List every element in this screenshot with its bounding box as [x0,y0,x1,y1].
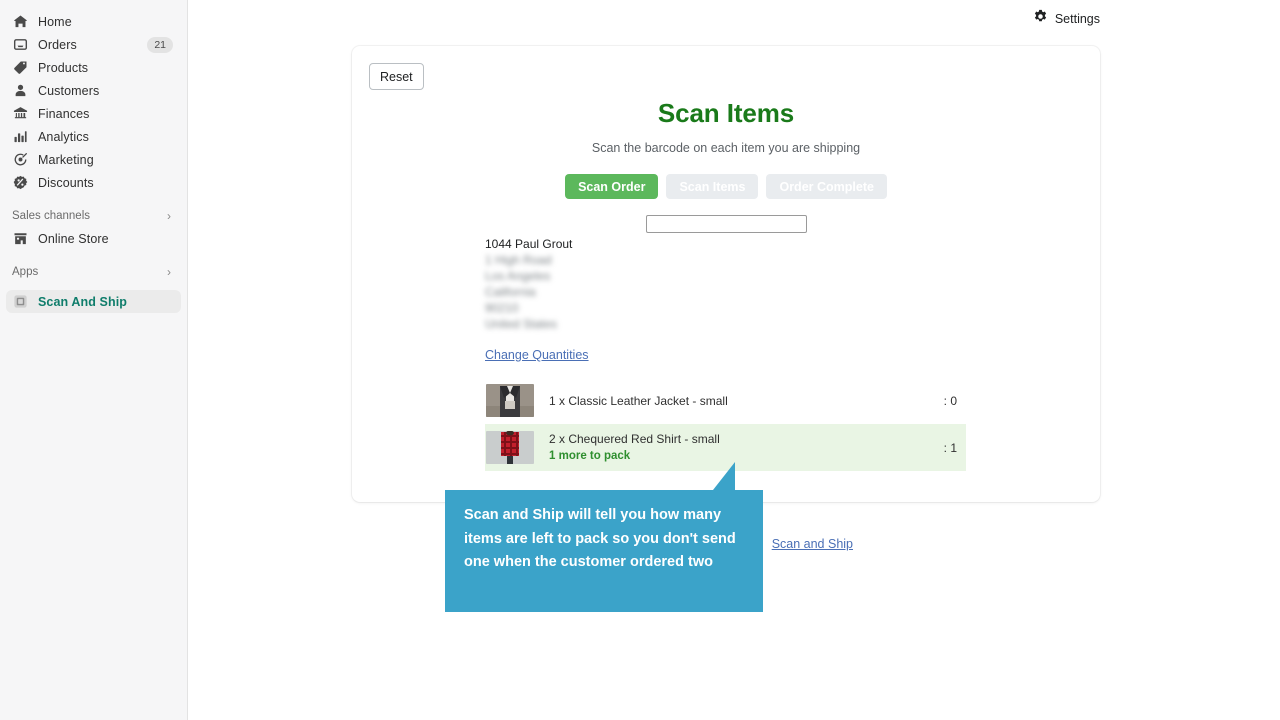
callout-text: Scan and Ship will tell you how many ite… [464,507,736,570]
main-content: Settings Reset Scan Items Scan the barco… [188,0,1280,720]
home-icon [12,14,28,30]
address-line: United States [485,317,558,331]
sidebar-section-sales-channels[interactable]: Sales channels › [6,205,181,227]
item-name: 2 x Chequered Red Shirt - small [549,431,720,446]
sidebar-item-products[interactable]: Products [6,56,181,79]
bank-icon [12,106,28,122]
callout-tail [697,462,735,490]
tooltip-callout: Scan and Ship will tell you how many ite… [445,462,763,612]
sidebar-item-label: Discounts [38,175,94,190]
item-text: 2 x Chequered Red Shirt - small 1 more t… [549,432,944,464]
discount-icon [12,175,28,191]
scan-input-wrapper [352,215,1100,233]
megaphone-icon [12,152,28,168]
chevron-right-icon[interactable]: › [167,209,171,223]
sidebar-item-finances[interactable]: Finances [6,102,181,125]
sidebar-item-label: Home [38,14,72,29]
app-icon [12,294,28,310]
item-remaining-note: 1 more to pack [549,449,631,462]
settings-button[interactable]: Settings [1033,9,1100,29]
sidebar-section-apps[interactable]: Apps › [6,261,181,283]
sidebar-item-label: Marketing [38,152,94,167]
shipping-address: 1044 Paul Grout 1 High Road Los Angeles … [485,236,572,332]
apps-label: Apps [12,266,39,278]
page-subtitle: Scan the barcode on each item you are sh… [591,141,861,155]
sidebar-item-label: Scan And Ship [38,294,128,309]
leather-jacket-photo [486,384,534,417]
sidebar-item-label: Analytics [38,129,89,144]
sidebar-item-label: Orders [38,37,77,52]
sidebar-item-discounts[interactable]: Discounts [6,171,181,194]
sidebar-item-home[interactable]: Home [6,10,181,33]
red-check-shirt-photo [486,431,534,464]
sidebar: Home Orders 21 Products Customers Financ… [0,0,188,720]
sidebar-item-orders[interactable]: Orders 21 [6,33,181,56]
reset-button[interactable]: Reset [369,63,424,90]
item-list: 1 x Classic Leather Jacket - small : 0 2… [485,377,966,471]
sidebar-item-analytics[interactable]: Analytics [6,125,181,148]
change-quantities-link[interactable]: Change Quantities [485,348,589,362]
item-text: 1 x Classic Leather Jacket - small [549,392,944,410]
person-icon [12,83,28,99]
bar-chart-icon [12,129,28,145]
step-buttons: Scan Order Scan Items Order Complete [352,174,1100,199]
sidebar-item-marketing[interactable]: Marketing [6,148,181,171]
sidebar-item-online-store[interactable]: Online Store [6,227,181,250]
step-scan-items[interactable]: Scan Items [666,174,759,199]
item-scanned-count: : 1 [943,440,957,455]
sidebar-item-customers[interactable]: Customers [6,79,181,102]
orders-badge: 21 [147,36,173,53]
page-title: Scan Items [657,98,795,128]
address-line: 1 High Road [485,253,552,267]
sidebar-item-label: Customers [38,83,100,98]
barcode-scan-input[interactable] [645,215,807,233]
chevron-right-icon[interactable]: › [167,265,171,279]
scan-items-card: Reset Scan Items Scan the barcode on eac… [352,46,1100,502]
address-line: Los Angeles [485,269,551,283]
scan-and-ship-link[interactable]: Scan and Ship [772,537,853,551]
settings-label: Settings [1054,12,1100,26]
storefront-icon [12,231,28,247]
app-root: Home Orders 21 Products Customers Financ… [0,0,1280,720]
gear-icon [1033,9,1048,29]
step-order-complete[interactable]: Order Complete [766,174,887,199]
tag-icon [12,60,28,76]
sidebar-item-label: Products [38,60,89,75]
item-scanned-count: : 0 [943,393,957,408]
sidebar-item-label: Online Store [38,231,109,246]
item-row[interactable]: 1 x Classic Leather Jacket - small : 0 [485,377,966,424]
address-line: 90210 [485,301,519,315]
item-name: 1 x Classic Leather Jacket - small [549,393,728,408]
address-line: California [485,285,536,299]
sidebar-item-scan-and-ship[interactable]: Scan And Ship [6,290,181,313]
step-scan-order[interactable]: Scan Order [565,174,659,199]
sales-channels-label: Sales channels [12,210,90,222]
address-name: 1044 Paul Grout [485,237,573,251]
inbox-icon [12,37,28,53]
sidebar-item-label: Finances [38,106,90,121]
